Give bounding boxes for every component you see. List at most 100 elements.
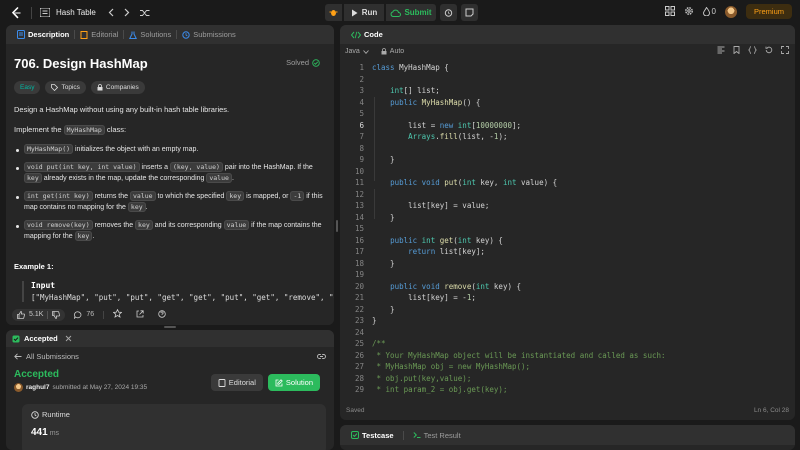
tab-submissions[interactable]: Submissions [177, 30, 241, 39]
tab-solutions[interactable]: Solutions [124, 30, 176, 39]
tab-divider [402, 430, 404, 440]
line-number: 4 [359, 97, 364, 107]
favorite-button[interactable] [108, 308, 127, 320]
runtime-label: Runtime [42, 410, 70, 419]
horizontal-resize-handle[interactable] [164, 326, 176, 328]
spec-text: initializes the object with an empty map… [73, 146, 199, 153]
code-line: /** [372, 339, 386, 348]
method-specs: MyHashMap() initializes the object with … [14, 144, 326, 242]
debug-button[interactable] [325, 4, 342, 21]
braces-icon[interactable] [748, 46, 757, 54]
share-button[interactable] [131, 309, 149, 320]
check-square-icon [12, 335, 20, 342]
accepted-tab-label[interactable]: Accepted [24, 334, 58, 343]
tab-testcase[interactable]: Testcase [346, 431, 399, 440]
topics-label: Topics [61, 84, 80, 91]
runtime-value: 441 [31, 427, 48, 438]
gear-icon[interactable] [684, 6, 694, 18]
inline-code: key [24, 173, 42, 183]
code-line: * obj.put(key,value); [372, 373, 472, 383]
language-select[interactable]: Java [345, 48, 369, 55]
line-number: 28 [354, 373, 364, 383]
tab-editorial[interactable]: Editorial [75, 30, 123, 39]
editorial-button[interactable]: Editorial [210, 374, 263, 391]
comments-button[interactable]: 76 [69, 310, 99, 319]
all-submissions-link[interactable]: All Submissions [14, 352, 79, 361]
layout-grid-icon[interactable] [664, 5, 675, 18]
tab-code[interactable]: Code [346, 30, 388, 39]
submit-button[interactable]: Submit [386, 4, 436, 21]
spec-text: to which the specified [155, 193, 227, 200]
problem-title[interactable]: 706. Design HashMap [14, 56, 326, 71]
format-icon[interactable] [717, 46, 725, 54]
tab-description[interactable]: Description [12, 30, 74, 39]
edit-icon [275, 378, 283, 386]
bookmark-icon[interactable] [733, 46, 740, 54]
username[interactable]: raghul7 [26, 384, 49, 391]
premium-button[interactable]: Premium [745, 4, 792, 19]
indent-guide [374, 189, 375, 219]
runtime-unit: ms [49, 430, 60, 437]
streak-counter[interactable]: 0 [702, 7, 716, 16]
line-number: 25 [354, 339, 364, 348]
thumbs-up-icon [17, 310, 25, 319]
maximize-icon[interactable] [781, 46, 789, 54]
spec-text: . [92, 233, 95, 240]
line-number: 3 [359, 86, 364, 95]
chevron-right-icon[interactable] [124, 8, 130, 17]
user-avatar[interactable] [14, 383, 23, 392]
timer-button[interactable] [440, 4, 457, 21]
line-number: 7 [359, 132, 364, 141]
star-icon [112, 308, 123, 318]
line-number: 2 [359, 74, 364, 84]
editorial-label: Editorial [228, 378, 256, 387]
list-item: void put(int key, int value) inserts a (… [14, 162, 326, 184]
checkbox-icon [351, 431, 359, 439]
run-label: Run [361, 8, 378, 17]
cursor-position: Ln 6, Col 28 [753, 407, 789, 414]
line-number: 13 [354, 201, 364, 210]
thumbs-down-icon[interactable] [52, 310, 61, 319]
line-number: 23 [354, 316, 364, 325]
companies-label: Companies [105, 84, 139, 91]
line-number: 19 [354, 270, 364, 279]
code-editor[interactable]: 1 2 3 4 5 6 7 8 9 10 11 12 13 14 15 16 1… [340, 61, 795, 401]
tab-test-result[interactable]: Test Result [408, 431, 466, 440]
companies-chip[interactable]: Companies [90, 81, 145, 94]
tag-icon [51, 84, 59, 91]
inline-code: void put(int key, int value) [24, 162, 140, 172]
inline-code: (key, value) [169, 162, 223, 172]
vertical-resize-handle[interactable] [336, 220, 338, 232]
solution-button[interactable]: Solution [267, 374, 320, 391]
notes-button[interactable] [461, 4, 478, 21]
like-button[interactable]: 5.1K [12, 308, 66, 321]
topics-chip[interactable]: Topics [45, 81, 86, 94]
run-button[interactable]: Run [344, 4, 384, 21]
feedback-button[interactable] [153, 309, 171, 320]
problem-list-title[interactable]: Hash Table [56, 8, 96, 17]
chevron-left-icon[interactable] [108, 8, 114, 17]
save-status: Saved [346, 407, 365, 414]
submit-label: Submit [404, 8, 432, 17]
code-line: class MyHashMap { [372, 63, 449, 72]
shuffle-icon[interactable] [139, 9, 150, 17]
code-line: int[] list; [390, 86, 440, 95]
example-input-label: Input [31, 281, 56, 290]
tab-test-result-label: Test Result [423, 430, 461, 440]
line-number: 8 [359, 143, 364, 153]
reset-icon[interactable] [765, 46, 773, 54]
check-circle-icon [312, 58, 320, 67]
run-controls: Run Submit [325, 4, 478, 21]
problem-list-icon[interactable] [40, 8, 50, 17]
close-icon[interactable] [65, 335, 72, 342]
chevron-down-icon [362, 49, 369, 54]
list-item: MyHashMap() initializes the object with … [14, 144, 326, 155]
avatar[interactable] [724, 5, 737, 18]
link-icon[interactable] [317, 353, 326, 360]
language-label: Java [345, 48, 360, 55]
auto-mode-toggle[interactable]: Auto [381, 48, 404, 55]
leetcode-logo[interactable] [9, 6, 23, 20]
code-line: Arrays.fill(list, -1); [408, 132, 508, 141]
runtime-card[interactable]: Runtime 441 ms [22, 404, 326, 450]
solved-indicator: Solved [286, 58, 320, 67]
